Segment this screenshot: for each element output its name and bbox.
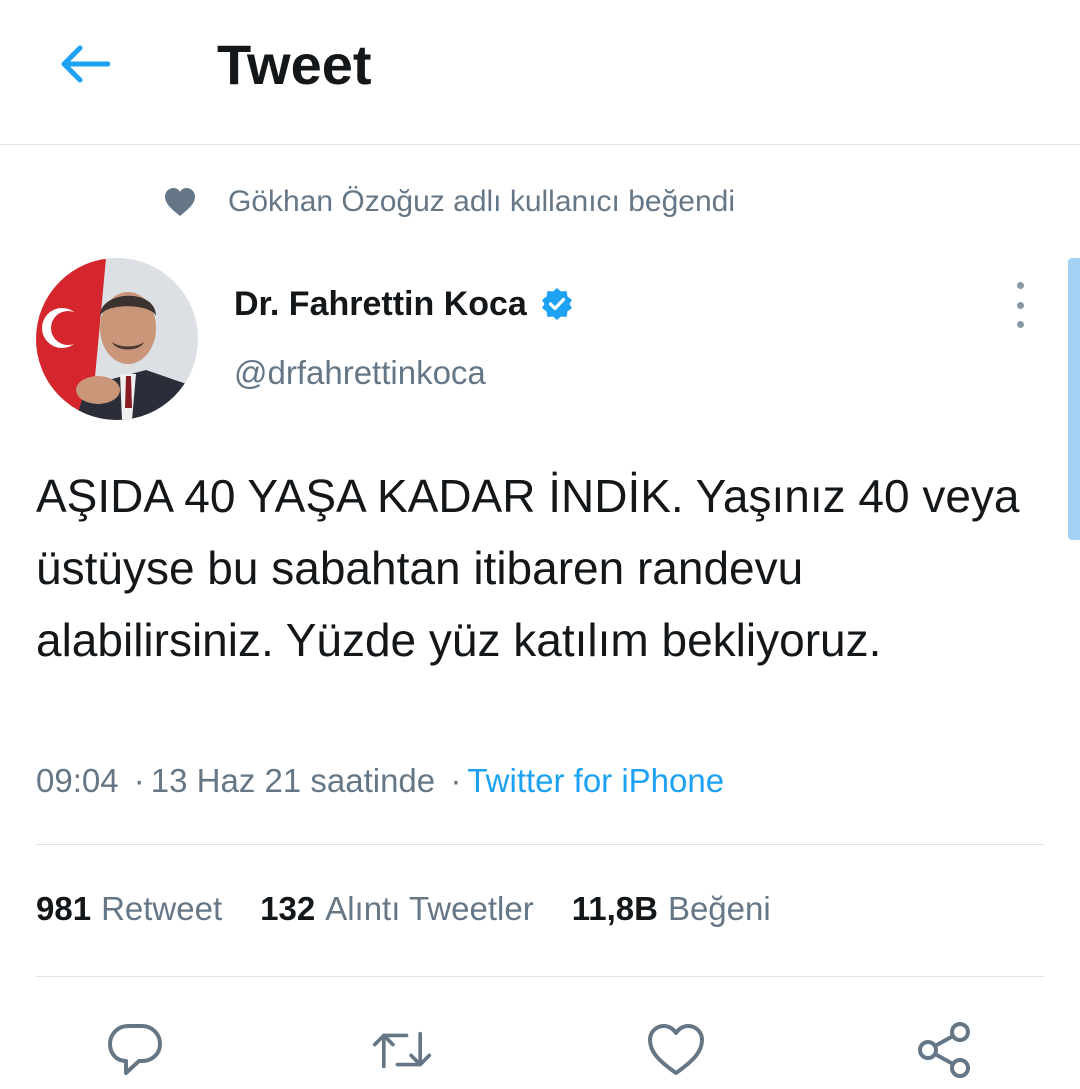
- meta-separator: ·: [450, 762, 462, 799]
- tweet-stats: 981 Retweet 132 Alıntı Tweetler 11,8B Beğen…: [36, 890, 809, 928]
- more-dot-icon: [1016, 321, 1024, 328]
- arrow-left-icon: [61, 45, 110, 83]
- back-button[interactable]: [52, 32, 116, 96]
- author-name: Dr. Fahrettin Koca: [234, 284, 527, 323]
- retweet-icon: [372, 1031, 432, 1069]
- meta-separator: ·: [133, 762, 145, 799]
- reply-button[interactable]: [105, 1020, 165, 1080]
- tweet-time[interactable]: 09:04: [36, 762, 119, 799]
- tweet-date[interactable]: 13 Haz 21 saatinde: [151, 762, 435, 799]
- share-button[interactable]: [914, 1020, 974, 1080]
- more-options-button[interactable]: [1000, 282, 1040, 328]
- divider: [36, 976, 1044, 977]
- tweet-text: AŞIDA 40 YAŞA KADAR İNDİK. Yaşınız 40 ve…: [36, 470, 1020, 666]
- retweets-count: 981: [36, 890, 92, 927]
- retweets-stat[interactable]: 981 Retweet: [36, 890, 222, 928]
- page-title: Tweet: [217, 33, 372, 96]
- likes-label: Beğeni: [667, 890, 771, 927]
- verified-badge-icon: [539, 286, 575, 322]
- social-context-text: Gökhan Özoğuz adlı kullanıcı beğendi: [228, 185, 735, 218]
- top-bar: Tweet: [0, 0, 1080, 145]
- more-dot-icon: [1016, 301, 1024, 309]
- reply-icon: [108, 1024, 162, 1075]
- social-context[interactable]: Gökhan Özoğuz adlı kullanıcı beğendi: [160, 180, 735, 224]
- author-handle[interactable]: @drfahrettinkoca: [234, 354, 486, 392]
- action-bar: [0, 1010, 1080, 1089]
- quotes-label: Alıntı Tweetler: [325, 890, 534, 927]
- tweet-detail-screen: Tweet Gökhan Özoğuz adlı kullanıcı beğen…: [0, 0, 1080, 1089]
- share-icon: [918, 1022, 970, 1078]
- retweet-button[interactable]: [372, 1020, 432, 1080]
- tweet-meta: 09:04 · 13 Haz 21 saatinde · Twitter for i…: [36, 762, 724, 800]
- likes-stat[interactable]: 11,8B Beğeni: [572, 890, 771, 928]
- like-icon: [648, 1024, 704, 1075]
- scrollbar[interactable]: [1068, 258, 1080, 540]
- quotes-stat[interactable]: 132 Alıntı Tweetler: [260, 890, 534, 928]
- divider: [36, 844, 1044, 845]
- avatar[interactable]: [36, 258, 198, 420]
- more-dot-icon: [1016, 282, 1024, 289]
- like-button[interactable]: [646, 1020, 706, 1080]
- retweets-label: Retweet: [101, 890, 223, 927]
- likes-count: 11,8B: [571, 890, 658, 927]
- heart-icon: [160, 182, 200, 222]
- tweet-source-link[interactable]: Twitter for iPhone: [467, 762, 724, 799]
- quotes-count: 132: [260, 890, 316, 927]
- author-name-row[interactable]: Dr. Fahrettin Koca: [234, 280, 575, 328]
